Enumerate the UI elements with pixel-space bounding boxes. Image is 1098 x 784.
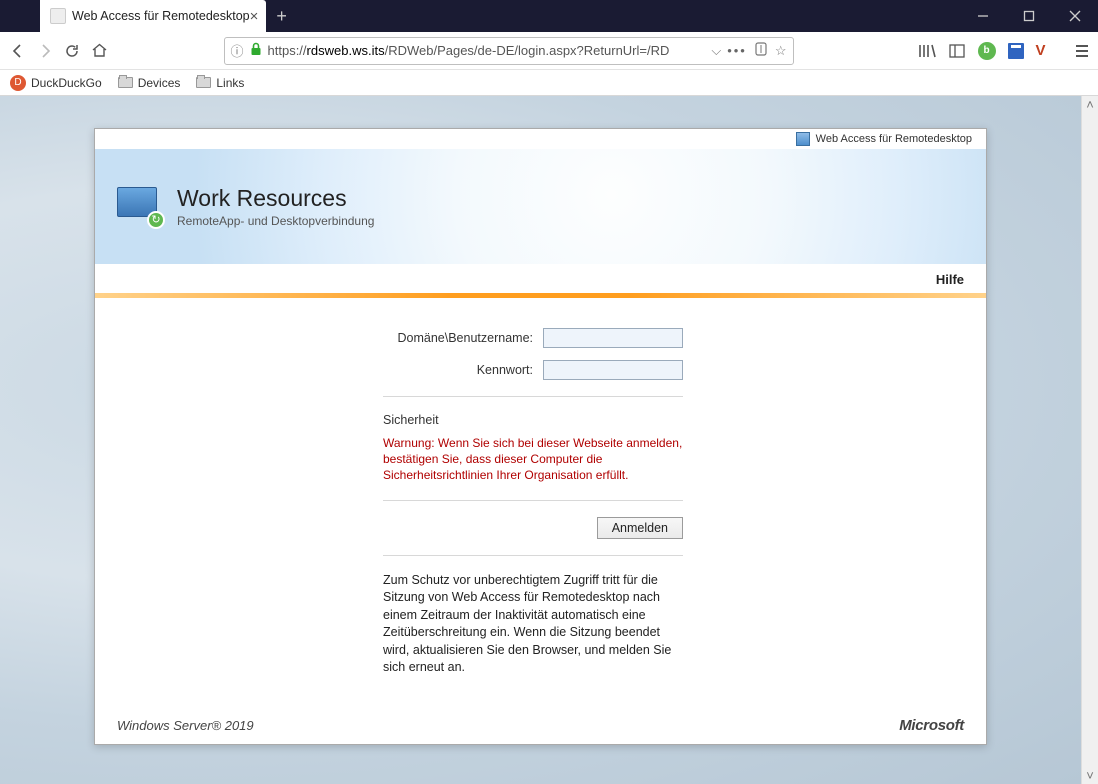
window-titlebar: Web Access für Remotedesktop × + (0, 0, 1098, 32)
panel-titles: Work Resources RemoteApp- und Desktopver… (177, 185, 374, 228)
rdweb-panel: Web Access für Remotedesktop ↻ Work Reso… (94, 128, 987, 745)
password-label: Kennwort: (383, 363, 543, 377)
app-menu-button[interactable] (1072, 41, 1092, 61)
window-buttons (960, 0, 1098, 32)
page-subtitle: RemoteApp- und Desktopverbindung (177, 214, 374, 228)
bookmark-label: DuckDuckGo (31, 76, 102, 90)
vertical-scrollbar[interactable]: ˄ ˅ (1081, 96, 1098, 784)
scroll-down-icon[interactable]: ˅ (1082, 767, 1098, 784)
lock-icon (250, 42, 262, 59)
sidebar-icon[interactable] (948, 42, 966, 60)
tab-favicon (50, 8, 66, 24)
url-dropdown-icon[interactable]: ⌵ (711, 43, 721, 59)
new-tab-button[interactable]: + (266, 0, 297, 32)
site-info-icon[interactable]: ⓘ (231, 41, 244, 60)
extension-v-icon[interactable]: V (1036, 42, 1046, 59)
microsoft-logo: Microsoft (899, 717, 964, 734)
bookmarks-bar: D DuckDuckGo Devices Links (0, 70, 1098, 96)
reader-mode-icon[interactable] (753, 42, 769, 59)
close-button[interactable] (1052, 0, 1098, 32)
help-link[interactable]: Hilfe (936, 272, 964, 287)
scroll-up-icon[interactable]: ˄ (1082, 96, 1098, 113)
panel-header: ↻ Work Resources RemoteApp- und Desktopv… (95, 149, 986, 264)
browser-tab[interactable]: Web Access für Remotedesktop × (40, 0, 266, 32)
windows-server-logo: Windows Server® 2019 (117, 718, 254, 733)
page-viewport: Web Access für Remotedesktop ↻ Work Reso… (0, 96, 1098, 784)
bookmark-duckduckgo[interactable]: D DuckDuckGo (10, 75, 102, 91)
bookmark-label: Links (216, 76, 244, 90)
browser-toolbar: ⓘ https://rdsweb.ws.its/RDWeb/Pages/de-D… (0, 32, 1098, 70)
page-title: Work Resources (177, 185, 374, 212)
password-input[interactable] (543, 360, 683, 380)
forward-button[interactable] (33, 36, 56, 66)
security-warning: Warnung: Wenn Sie sich bei dieser Websei… (383, 435, 683, 484)
back-button[interactable] (6, 36, 29, 66)
extension-badge-icon[interactable]: b (978, 42, 996, 60)
panel-footer: Windows Server® 2019 Microsoft (95, 711, 986, 744)
duckduckgo-icon: D (10, 75, 26, 91)
minimize-button[interactable] (960, 0, 1006, 32)
home-button[interactable] (88, 36, 111, 66)
rdweb-mini-icon (796, 132, 810, 146)
login-form: Domäne\Benutzername: Kennwort: Sicherhei… (95, 298, 986, 687)
username-input[interactable] (543, 328, 683, 348)
help-link-row: Hilfe (95, 264, 986, 293)
page-actions-icon[interactable]: ••• (727, 43, 747, 58)
work-resources-icon: ↻ (117, 187, 161, 227)
folder-icon (118, 77, 133, 88)
page-content: Web Access für Remotedesktop ↻ Work Reso… (0, 96, 1081, 784)
bookmark-links[interactable]: Links (196, 76, 244, 90)
bookmark-star-icon[interactable]: ☆ (775, 43, 787, 59)
panel-top-label-row: Web Access für Remotedesktop (95, 129, 986, 149)
login-button[interactable]: Anmelden (597, 517, 683, 539)
username-label: Domäne\Benutzername: (383, 331, 543, 345)
url-text: https://rdsweb.ws.its/RDWeb/Pages/de-DE/… (268, 43, 706, 58)
bookmark-devices[interactable]: Devices (118, 76, 181, 90)
tab-close-icon[interactable]: × (250, 8, 259, 25)
address-bar[interactable]: ⓘ https://rdsweb.ws.its/RDWeb/Pages/de-D… (224, 37, 794, 65)
bookmark-label: Devices (138, 76, 181, 90)
tab-title: Web Access für Remotedesktop (72, 9, 250, 23)
panel-top-label: Web Access für Remotedesktop (816, 133, 972, 145)
toolbar-extensions: b V (918, 42, 1046, 60)
save-icon[interactable] (1008, 43, 1024, 59)
library-icon[interactable] (918, 42, 936, 60)
folder-icon (196, 77, 211, 88)
maximize-button[interactable] (1006, 0, 1052, 32)
timeout-note: Zum Schutz vor unberechtigtem Zugriff tr… (383, 572, 683, 677)
reload-button[interactable] (61, 36, 84, 66)
security-heading: Sicherheit (383, 413, 683, 427)
